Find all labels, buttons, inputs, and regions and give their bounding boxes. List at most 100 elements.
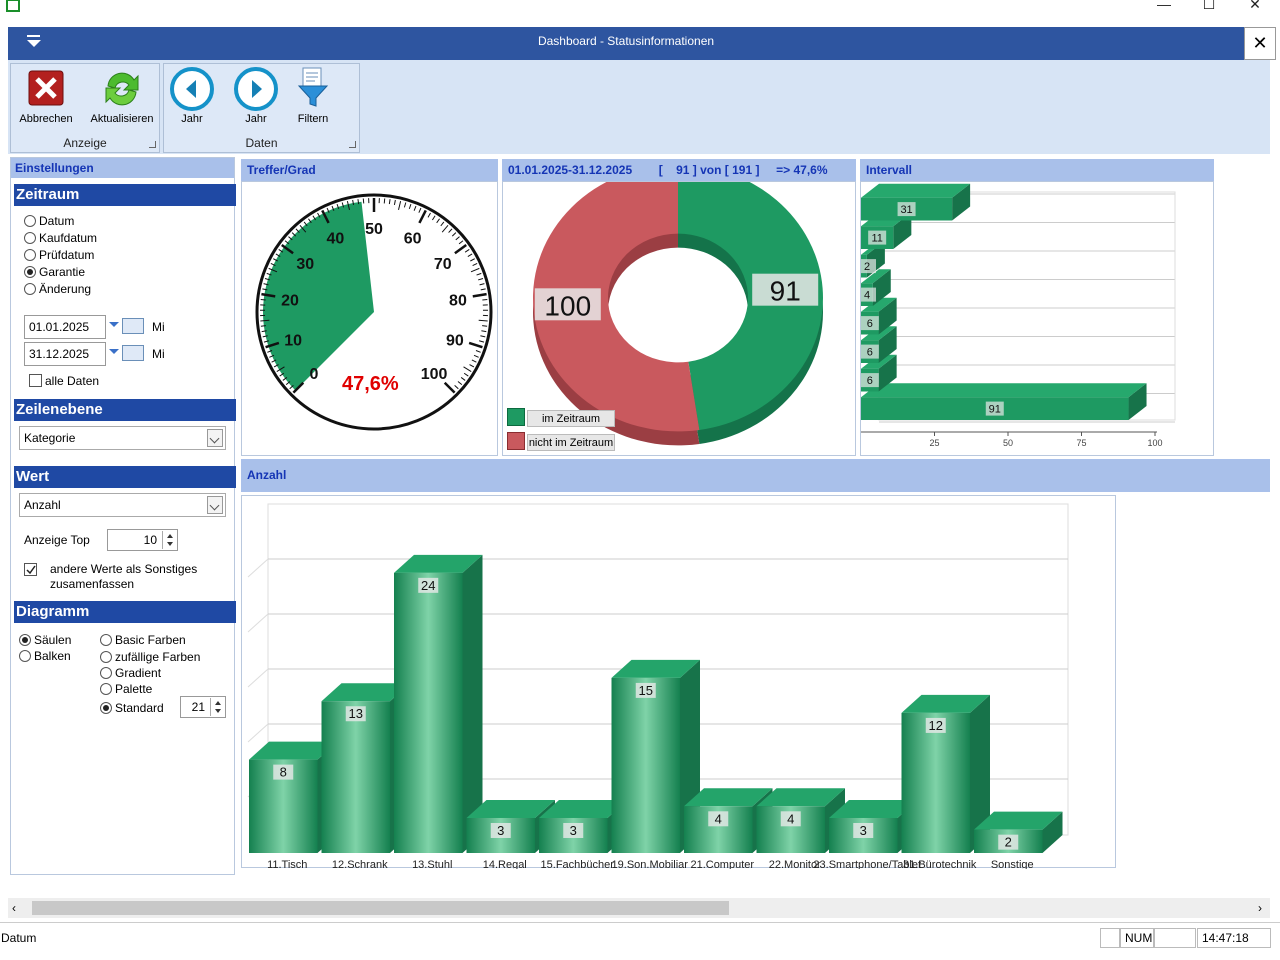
zeitraum-radio-kaufdatum[interactable]: Kaufdatum	[24, 231, 97, 245]
gauge-chart: 0 10 20 30 40 50 60 70 80 90 100	[255, 193, 493, 431]
gauge-tick-label: 100	[421, 366, 448, 383]
anzeige-top-stepper[interactable]: 10	[107, 529, 178, 551]
gauge-tick-label: 20	[281, 293, 299, 310]
interval-data-label: 31	[900, 204, 912, 216]
interval-data-label: 11	[871, 233, 882, 245]
gauge-tick-label: 80	[449, 293, 467, 310]
filter-icon	[297, 67, 329, 107]
donut-panel: 91 100 im Zeitraum nicht im Zeitraum	[502, 164, 856, 456]
anzahl-data-label: 4	[715, 811, 722, 826]
close-document-button[interactable]: ✕	[1244, 27, 1276, 60]
zeilenebene-select[interactable]: Kategorie	[19, 426, 226, 450]
radio-label: Kaufdatum	[39, 231, 98, 245]
scrollbar-thumb[interactable]	[32, 901, 729, 915]
gauge-tick	[260, 319, 270, 322]
radio-circle-icon	[24, 249, 36, 261]
interval-data-label: 91	[989, 404, 1001, 416]
gauge-tick	[478, 319, 488, 322]
diagramm-color-radio-zufällige-farben[interactable]: zufällige Farben	[100, 650, 200, 664]
date-from-dropdown-icon[interactable]	[109, 322, 119, 327]
zeitraum-radio-datum[interactable]: Datum	[24, 214, 74, 228]
minimize-icon[interactable]: —	[1154, 0, 1174, 12]
date-to-field[interactable]: 31.12.2025	[24, 342, 106, 366]
calendar-icon[interactable]	[122, 345, 144, 361]
horizontal-scrollbar[interactable]: ‹ ›	[8, 898, 1270, 918]
ribbon-group-anzeige: Abbrechen Aktualisieren Anzeige	[10, 63, 160, 153]
status-bar: Datum NUM 14:47:18	[0, 922, 1280, 960]
anzahl-bar-19-son-mobiliar	[611, 677, 680, 853]
sonstiges-checkbox[interactable]	[24, 563, 37, 576]
radio-circle-icon	[24, 283, 36, 295]
radio-label: Säulen	[34, 633, 72, 647]
alle-daten-checkbox[interactable]	[29, 374, 42, 387]
legend-swatch-nicht-im-zeitraum	[507, 432, 525, 450]
jahr-back-button[interactable]: Jahr	[157, 66, 227, 125]
maximize-icon[interactable]: ☐	[1199, 0, 1219, 13]
wert-select[interactable]: Anzahl	[19, 493, 226, 517]
stepper-arrows-icon[interactable]	[162, 531, 176, 549]
group-expand-icon[interactable]	[349, 141, 356, 148]
zeitraum-radio-änderung[interactable]: Änderung	[24, 282, 91, 296]
radio-circle-icon	[24, 266, 36, 278]
aktualisieren-button[interactable]: Aktualisieren	[87, 66, 157, 125]
diagramm-color-radio-palette[interactable]: Palette	[100, 682, 152, 696]
scroll-left-icon[interactable]: ‹	[12, 901, 16, 915]
app-check-icon	[6, 0, 20, 12]
standard-stepper[interactable]: 21	[180, 696, 226, 718]
radio-label: Balken	[34, 649, 71, 663]
radio-label: Datum	[39, 214, 75, 228]
anzahl-bar-31-bürotechnik	[901, 712, 970, 853]
diagramm-color-radio-gradient[interactable]: Gradient	[100, 666, 161, 680]
date-to-dropdown-icon[interactable]	[109, 349, 119, 354]
gauge-tick-label: 90	[446, 332, 464, 349]
gauge-tick	[482, 298, 488, 301]
anzahl-category-label: 31.Bürotechnik	[903, 859, 977, 869]
chevron-down-icon[interactable]	[207, 429, 223, 447]
gauge-tick	[482, 325, 488, 327]
calendar-icon[interactable]	[122, 318, 144, 334]
scroll-right-icon[interactable]: ›	[1258, 901, 1262, 915]
anzahl-data-label: 24	[421, 578, 435, 593]
chevron-down-icon[interactable]	[207, 496, 223, 514]
zeitraum-radio-prüfdatum[interactable]: Prüfdatum	[24, 248, 94, 262]
anzahl-bar-13-stuhl	[394, 572, 463, 853]
gauge-tick	[260, 298, 266, 301]
radio-circle-icon	[100, 702, 112, 714]
diagramm-color-radio-basic-farben[interactable]: Basic Farben	[100, 633, 186, 647]
anzahl-gridline-side	[247, 558, 269, 578]
diagramm-type-radio-balken[interactable]: Balken	[19, 649, 71, 663]
donut-data-label: 100	[544, 290, 591, 321]
settings-panel: Einstellungen Zeitraum Datum Kaufdatum Prü…	[10, 157, 236, 875]
gauge-value-label: 47,6%	[342, 373, 399, 395]
diagramm-color-radio-standard[interactable]: Standard	[100, 701, 164, 715]
anzahl-category-label: 14.Regal	[483, 859, 527, 869]
group-expand-icon[interactable]	[149, 141, 156, 148]
gauge-tick	[260, 325, 266, 327]
anzahl-panel: 8 11.Tisch 13 12.Schrank 24 13.Stuhl 3 14.Regal…	[241, 495, 1116, 871]
filtern-button[interactable]: Filtern	[278, 66, 348, 125]
anzahl-gridline-side	[247, 723, 269, 743]
refresh-icon	[105, 72, 139, 106]
status-time: 14:47:18	[1197, 928, 1271, 948]
gauge-tick-label: 50	[365, 221, 383, 238]
anzeige-top-label: Anzeige Top	[24, 533, 90, 547]
anzahl-category-label: 21.Computer	[690, 859, 754, 869]
anzahl-data-label: 13	[349, 706, 363, 721]
interval-tick-label: 100	[1147, 438, 1162, 448]
checkmark-icon	[26, 565, 36, 575]
close-window-icon[interactable]: ✕	[1245, 0, 1265, 13]
donut-slice-im-zeitraum	[678, 164, 824, 430]
abbrechen-button[interactable]: Abbrechen	[11, 66, 81, 125]
donut-header: 01.01.2025-31.12.2025 [ 91 ] von [ 191 ]…	[502, 159, 856, 181]
document-title: Dashboard - Statusinformationen	[537, 34, 715, 48]
legend-nicht-im-zeitraum: nicht im Zeitraum	[527, 434, 615, 451]
stepper-arrows-icon[interactable]	[210, 698, 224, 716]
interval-panel: 91 6 6 6 4 2 11 31 25 50 75 100	[858, 181, 1214, 456]
diagramm-type-radio-säulen[interactable]: Säulen	[19, 633, 71, 647]
zeitraum-radio-garantie[interactable]: Garantie	[24, 265, 85, 279]
window-titlebar: — ☐ ✕	[0, 0, 1280, 14]
date-from-field[interactable]: 01.01.2025	[24, 315, 106, 339]
radio-circle-icon	[19, 650, 31, 662]
anzahl-category-label: 13.Stuhl	[412, 859, 452, 869]
section-diagramm: Diagramm	[14, 601, 236, 623]
